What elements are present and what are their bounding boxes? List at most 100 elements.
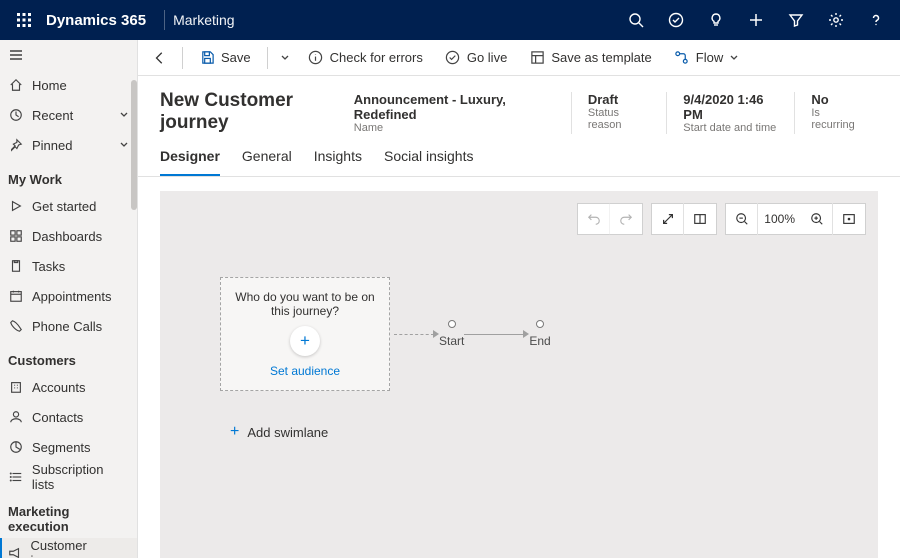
section-header: My Work bbox=[0, 160, 137, 191]
check-errors-button[interactable]: Check for errors bbox=[300, 44, 431, 72]
tab-designer[interactable]: Designer bbox=[160, 148, 220, 176]
zoom-out-button[interactable] bbox=[726, 203, 758, 235]
nav-label: Contacts bbox=[32, 410, 83, 425]
nav-label: Home bbox=[32, 78, 67, 93]
go-live-button[interactable]: Go live bbox=[437, 44, 515, 72]
tab-insights[interactable]: Insights bbox=[314, 148, 362, 176]
nav-phone-calls[interactable]: Phone Calls bbox=[0, 311, 137, 341]
left-nav: Home Recent Pinned My Work Get started D… bbox=[0, 40, 138, 558]
nav-label: Appointments bbox=[32, 289, 112, 304]
nav-home[interactable]: Home bbox=[0, 70, 137, 100]
designer-canvas[interactable]: 100% Who do you want to be on this journ… bbox=[160, 191, 878, 558]
nav-recent[interactable]: Recent bbox=[0, 100, 137, 130]
add-audience-button[interactable]: + bbox=[290, 326, 320, 356]
lightbulb-icon[interactable] bbox=[696, 0, 736, 40]
nav-label: Subscription lists bbox=[32, 462, 129, 492]
template-icon bbox=[529, 50, 545, 66]
save-button[interactable]: Save bbox=[191, 44, 259, 72]
nav-dashboards[interactable]: Dashboards bbox=[0, 221, 137, 251]
meta-start-date[interactable]: 9/4/2020 1:46 PMStart date and time bbox=[666, 92, 794, 134]
phone-icon bbox=[8, 318, 24, 334]
pie-icon bbox=[8, 439, 24, 455]
nav-contacts[interactable]: Contacts bbox=[0, 402, 137, 432]
nav-appointments[interactable]: Appointments bbox=[0, 281, 137, 311]
expand-button[interactable] bbox=[652, 203, 684, 235]
main-area: Save Check for errors Go live Save as te… bbox=[138, 40, 900, 558]
meta-name[interactable]: Announcement - Luxury, RedefinedName bbox=[354, 92, 571, 134]
record-meta: Announcement - Luxury, RedefinedName Dra… bbox=[354, 92, 878, 134]
nav-label: Get started bbox=[32, 199, 96, 214]
nav-accounts[interactable]: Accounts bbox=[0, 372, 137, 402]
nav-tasks[interactable]: Tasks bbox=[0, 251, 137, 281]
command-bar: Save Check for errors Go live Save as te… bbox=[138, 40, 900, 76]
clock-icon bbox=[8, 107, 24, 123]
pin-icon bbox=[8, 137, 24, 153]
tab-social-insights[interactable]: Social insights bbox=[384, 148, 474, 176]
set-audience-link[interactable]: Set audience bbox=[270, 364, 340, 378]
zoom-level: 100% bbox=[758, 212, 801, 226]
list-icon bbox=[8, 469, 24, 485]
nav-label: Dashboards bbox=[32, 229, 102, 244]
plus-icon: + bbox=[230, 423, 239, 441]
meta-recurring[interactable]: NoIs recurring bbox=[794, 92, 878, 134]
start-node[interactable]: Start bbox=[439, 320, 464, 348]
task-checkbox-icon[interactable] bbox=[656, 0, 696, 40]
redo-button[interactable] bbox=[610, 203, 642, 235]
hamburger-button[interactable] bbox=[0, 40, 137, 70]
back-button[interactable] bbox=[146, 51, 174, 65]
nav-label: Customer journeys bbox=[30, 538, 129, 558]
nav-label: Segments bbox=[32, 440, 91, 455]
topbar-divider bbox=[164, 10, 165, 30]
flow-button[interactable]: Flow bbox=[666, 44, 747, 72]
canvas-toolbar: 100% bbox=[577, 203, 866, 235]
template-label: Save as template bbox=[551, 50, 651, 65]
audience-placeholder[interactable]: Who do you want to be on this journey? +… bbox=[220, 277, 390, 391]
chevron-down-icon bbox=[729, 53, 739, 63]
nav-label: Tasks bbox=[32, 259, 65, 274]
dashboard-icon bbox=[8, 228, 24, 244]
flow-label: Flow bbox=[696, 50, 723, 65]
app-launcher-button[interactable] bbox=[4, 0, 44, 40]
nav-segments[interactable]: Segments bbox=[0, 432, 137, 462]
add-swimlane-button[interactable]: + Add swimlane bbox=[230, 423, 328, 441]
nav-customer-journeys[interactable]: Customer journeys bbox=[0, 538, 137, 558]
save-as-template-button[interactable]: Save as template bbox=[521, 44, 659, 72]
search-icon[interactable] bbox=[616, 0, 656, 40]
nav-get-started[interactable]: Get started bbox=[0, 191, 137, 221]
help-icon[interactable] bbox=[856, 0, 896, 40]
gear-icon[interactable] bbox=[816, 0, 856, 40]
page-title: New Customer journey bbox=[160, 90, 354, 134]
add-icon[interactable] bbox=[736, 0, 776, 40]
building-icon bbox=[8, 379, 24, 395]
sidebar-scrollbar[interactable] bbox=[131, 80, 137, 210]
audience-prompt: Who do you want to be on this journey? bbox=[229, 290, 381, 318]
brand-label: Dynamics 365 bbox=[44, 12, 156, 29]
clipboard-icon bbox=[8, 258, 24, 274]
person-icon bbox=[8, 409, 24, 425]
journey-builder: Who do you want to be on this journey? +… bbox=[220, 277, 551, 391]
nav-label: Phone Calls bbox=[32, 319, 102, 334]
flow-icon bbox=[674, 50, 690, 66]
filter-icon[interactable] bbox=[776, 0, 816, 40]
fit-screen-button[interactable] bbox=[833, 203, 865, 235]
add-swimlane-label: Add swimlane bbox=[247, 425, 328, 440]
hamburger-icon bbox=[8, 47, 24, 63]
record-header: New Customer journey Announcement - Luxu… bbox=[138, 76, 900, 134]
nav-pinned[interactable]: Pinned bbox=[0, 130, 137, 160]
module-label: Marketing bbox=[173, 12, 234, 28]
info-icon bbox=[308, 50, 324, 66]
nav-subscription-lists[interactable]: Subscription lists bbox=[0, 462, 137, 492]
play-icon bbox=[8, 198, 24, 214]
save-dropdown[interactable] bbox=[276, 44, 294, 72]
meta-status[interactable]: DraftStatus reason bbox=[571, 92, 666, 134]
check-circle-icon bbox=[445, 50, 461, 66]
tab-general[interactable]: General bbox=[242, 148, 292, 176]
zoom-in-button[interactable] bbox=[801, 203, 833, 235]
section-header: Marketing execution bbox=[0, 492, 137, 538]
nav-label: Accounts bbox=[32, 380, 85, 395]
minimap-button[interactable] bbox=[684, 203, 716, 235]
end-node[interactable]: End bbox=[529, 320, 550, 348]
chevron-down-icon bbox=[119, 140, 129, 150]
record-tabs: Designer General Insights Social insight… bbox=[138, 134, 900, 177]
undo-button[interactable] bbox=[578, 203, 610, 235]
